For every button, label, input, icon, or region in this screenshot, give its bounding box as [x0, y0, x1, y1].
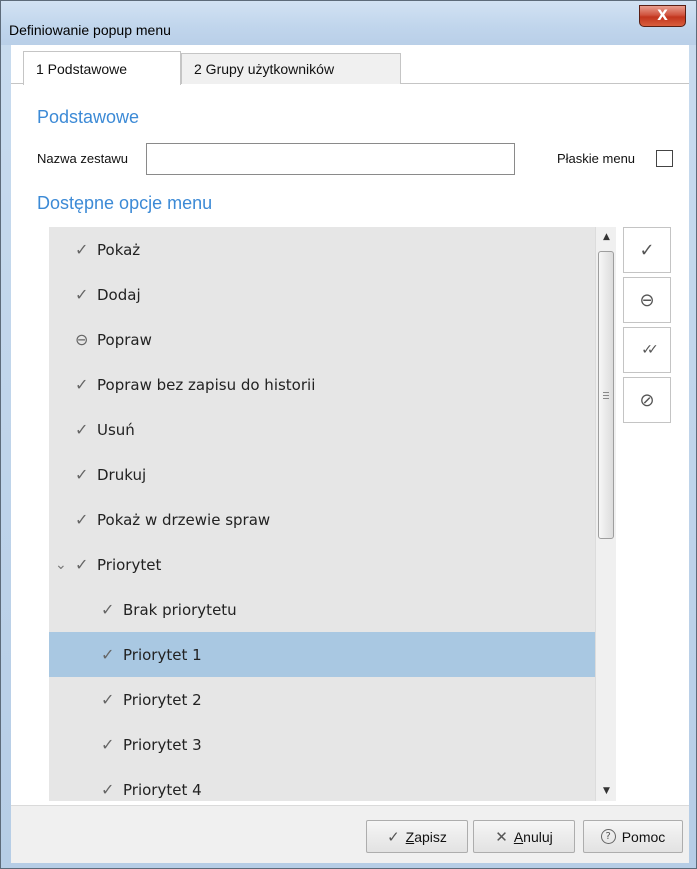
disable-option-button[interactable]: ⊖: [623, 277, 671, 323]
check-icon: ✓: [75, 420, 89, 439]
tab-label: 1 Podstawowe: [36, 60, 128, 77]
list-item-label: Priorytet 4: [123, 780, 202, 799]
list-item-label: Priorytet: [97, 555, 162, 574]
check-icon: ✓: [101, 780, 115, 799]
list-item-label: Pokaż w drzewie spraw: [97, 510, 271, 529]
window-title: Definiowanie popup menu: [9, 22, 171, 38]
list-item-label: Pokaż: [97, 240, 141, 259]
tab-strip: 1 Podstawowe 2 Grupy użytkowników: [11, 45, 689, 85]
check-icon: ✓: [75, 555, 89, 574]
tab-podstawowe[interactable]: 1 Podstawowe: [23, 51, 181, 85]
check-icon: ✓: [101, 735, 115, 754]
flat-menu-checkbox[interactable]: [656, 150, 673, 167]
close-icon: X: [657, 8, 668, 24]
title-bar[interactable]: Definiowanie popup menu X: [1, 1, 696, 45]
list-item-label: Dodaj: [97, 285, 141, 304]
menu-options-list[interactable]: ✓ Pokaż ✓ Dodaj ⊖ Popraw ✓ Popraw bez zapisu do…: [49, 227, 616, 801]
help-button[interactable]: ? Pomoc: [583, 820, 683, 853]
check-icon: ✓: [101, 690, 115, 709]
close-icon: ✕: [495, 827, 508, 846]
flat-menu-label: Płaskie menu: [557, 151, 636, 166]
list-item[interactable]: ✓ Brak priorytetu: [49, 587, 595, 632]
check-icon: ✓: [101, 600, 115, 619]
tab-label: 2 Grupy użytkowników: [194, 61, 335, 77]
minus-circle-icon: ⊖: [75, 330, 89, 349]
close-button[interactable]: X: [639, 5, 686, 27]
scroll-up-arrow[interactable]: ▲: [596, 227, 617, 247]
scroll-thumb[interactable]: [598, 251, 614, 539]
list-item[interactable]: ⊖ Popraw: [49, 317, 595, 362]
name-input[interactable]: [146, 143, 515, 175]
chevron-down-icon[interactable]: ⌄: [55, 557, 75, 573]
enable-option-button[interactable]: ✓: [623, 227, 671, 273]
list-item[interactable]: ✓ Popraw bez zapisu do historii: [49, 362, 595, 407]
list-item[interactable]: ✓ Priorytet 4: [49, 767, 595, 801]
list-item-label: Brak priorytetu: [123, 600, 237, 619]
list-item-label: Priorytet 1: [123, 645, 202, 664]
save-button-label: Zapisz: [405, 828, 447, 845]
dialog-window: Definiowanie popup menu X 1 Podstawowe 2…: [0, 0, 697, 869]
check-icon: ✓: [75, 465, 89, 484]
help-button-label: Pomoc: [621, 828, 666, 845]
section-title-basic: Podstawowe: [37, 107, 140, 127]
list-item-label: Usuń: [97, 420, 135, 439]
list-item[interactable]: ✓ Dodaj: [49, 272, 595, 317]
save-button[interactable]: ✓ Zapisz: [366, 820, 468, 853]
name-label: Nazwa zestawu: [37, 151, 129, 166]
cancel-button[interactable]: ✕ Anuluj: [473, 820, 575, 853]
list-item-label: Priorytet 2: [123, 690, 202, 709]
check-icon: ✓: [75, 510, 89, 529]
check-icon: ✓: [75, 240, 89, 259]
footer-bar: ✓ Zapisz ✕ Anuluj ? Pomoc: [11, 805, 689, 863]
grip-icon: [603, 391, 609, 399]
double-check-icon: ✓✓: [641, 342, 659, 358]
list-item-label: Priorytet 3: [123, 735, 202, 754]
check-icon: ✓: [639, 239, 655, 261]
cancel-button-label: Anuluj: [513, 828, 553, 845]
list-item[interactable]: ✓ Pokaż: [49, 227, 595, 272]
check-icon: ✓: [75, 285, 89, 304]
scroll-down-arrow[interactable]: ▼: [596, 781, 617, 801]
list-item-label: Popraw: [97, 330, 152, 349]
list-item[interactable]: ✓ Priorytet 3: [49, 722, 595, 767]
link-icon: ⊘: [639, 389, 655, 411]
tab-grupy-uzytkownikow[interactable]: 2 Grupy użytkowników: [181, 53, 401, 84]
list-item[interactable]: ⌄ ✓ Priorytet: [49, 542, 595, 587]
list-item[interactable]: ✓ Pokaż w drzewie spraw: [49, 497, 595, 542]
link-option-button[interactable]: ⊘: [623, 377, 671, 423]
client-area: 1 Podstawowe 2 Grupy użytkowników Podsta…: [11, 45, 689, 863]
minus-circle-icon: ⊖: [639, 289, 655, 311]
list-scrollbar[interactable]: ▲ ▼: [595, 227, 616, 801]
enable-all-button[interactable]: ✓✓: [623, 327, 671, 373]
list-item[interactable]: ✓ Drukuj: [49, 452, 595, 497]
list-item[interactable]: ✓ Priorytet 1: [49, 632, 595, 677]
help-icon: ?: [600, 829, 616, 844]
check-icon: ✓: [101, 645, 115, 664]
section-title-menu-options: Dostępne opcje menu: [37, 193, 213, 213]
list-item[interactable]: ✓ Priorytet 2: [49, 677, 595, 722]
list-item[interactable]: ✓ Usuń: [49, 407, 595, 452]
check-icon: ✓: [75, 375, 89, 394]
list-item-label: Popraw bez zapisu do historii: [97, 375, 316, 394]
list-item-label: Drukuj: [97, 465, 147, 484]
check-icon: ✓: [387, 827, 400, 846]
